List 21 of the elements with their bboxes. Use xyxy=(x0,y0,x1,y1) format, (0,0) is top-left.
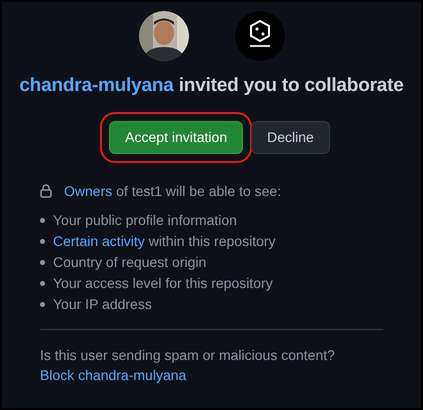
org-avatar[interactable] xyxy=(234,11,284,61)
permission-item: Your public profile information xyxy=(53,211,237,230)
spam-question: Is this user sending spam or malicious content? xyxy=(40,346,336,365)
lock-icon xyxy=(40,184,52,198)
block-user-link[interactable]: Block chandra-mulyana xyxy=(40,367,186,384)
owners-link[interactable]: Owners xyxy=(64,182,112,199)
activity-link[interactable]: Certain activity xyxy=(53,233,145,250)
bullet-icon xyxy=(40,238,45,244)
inviter-link[interactable]: chandra-mulyana xyxy=(19,75,174,96)
decline-button[interactable]: Decline xyxy=(251,120,330,154)
bullet-icon xyxy=(40,260,45,265)
permission-item: Your access level for this repository xyxy=(53,274,273,292)
user-avatar[interactable] xyxy=(138,11,188,61)
bullet-icon xyxy=(40,280,45,286)
permission-item: Certain activity within this repository xyxy=(53,232,276,250)
bullet-icon xyxy=(40,218,45,223)
bullet-icon xyxy=(40,302,45,307)
invitation-title: chandra-mulyana invited you to collaborate xyxy=(18,74,405,98)
permission-item: Country of request origin xyxy=(53,253,206,272)
permission-item: Your IP address xyxy=(53,295,152,314)
owners-notice: Owners of test1 will be able to see: xyxy=(64,182,282,200)
